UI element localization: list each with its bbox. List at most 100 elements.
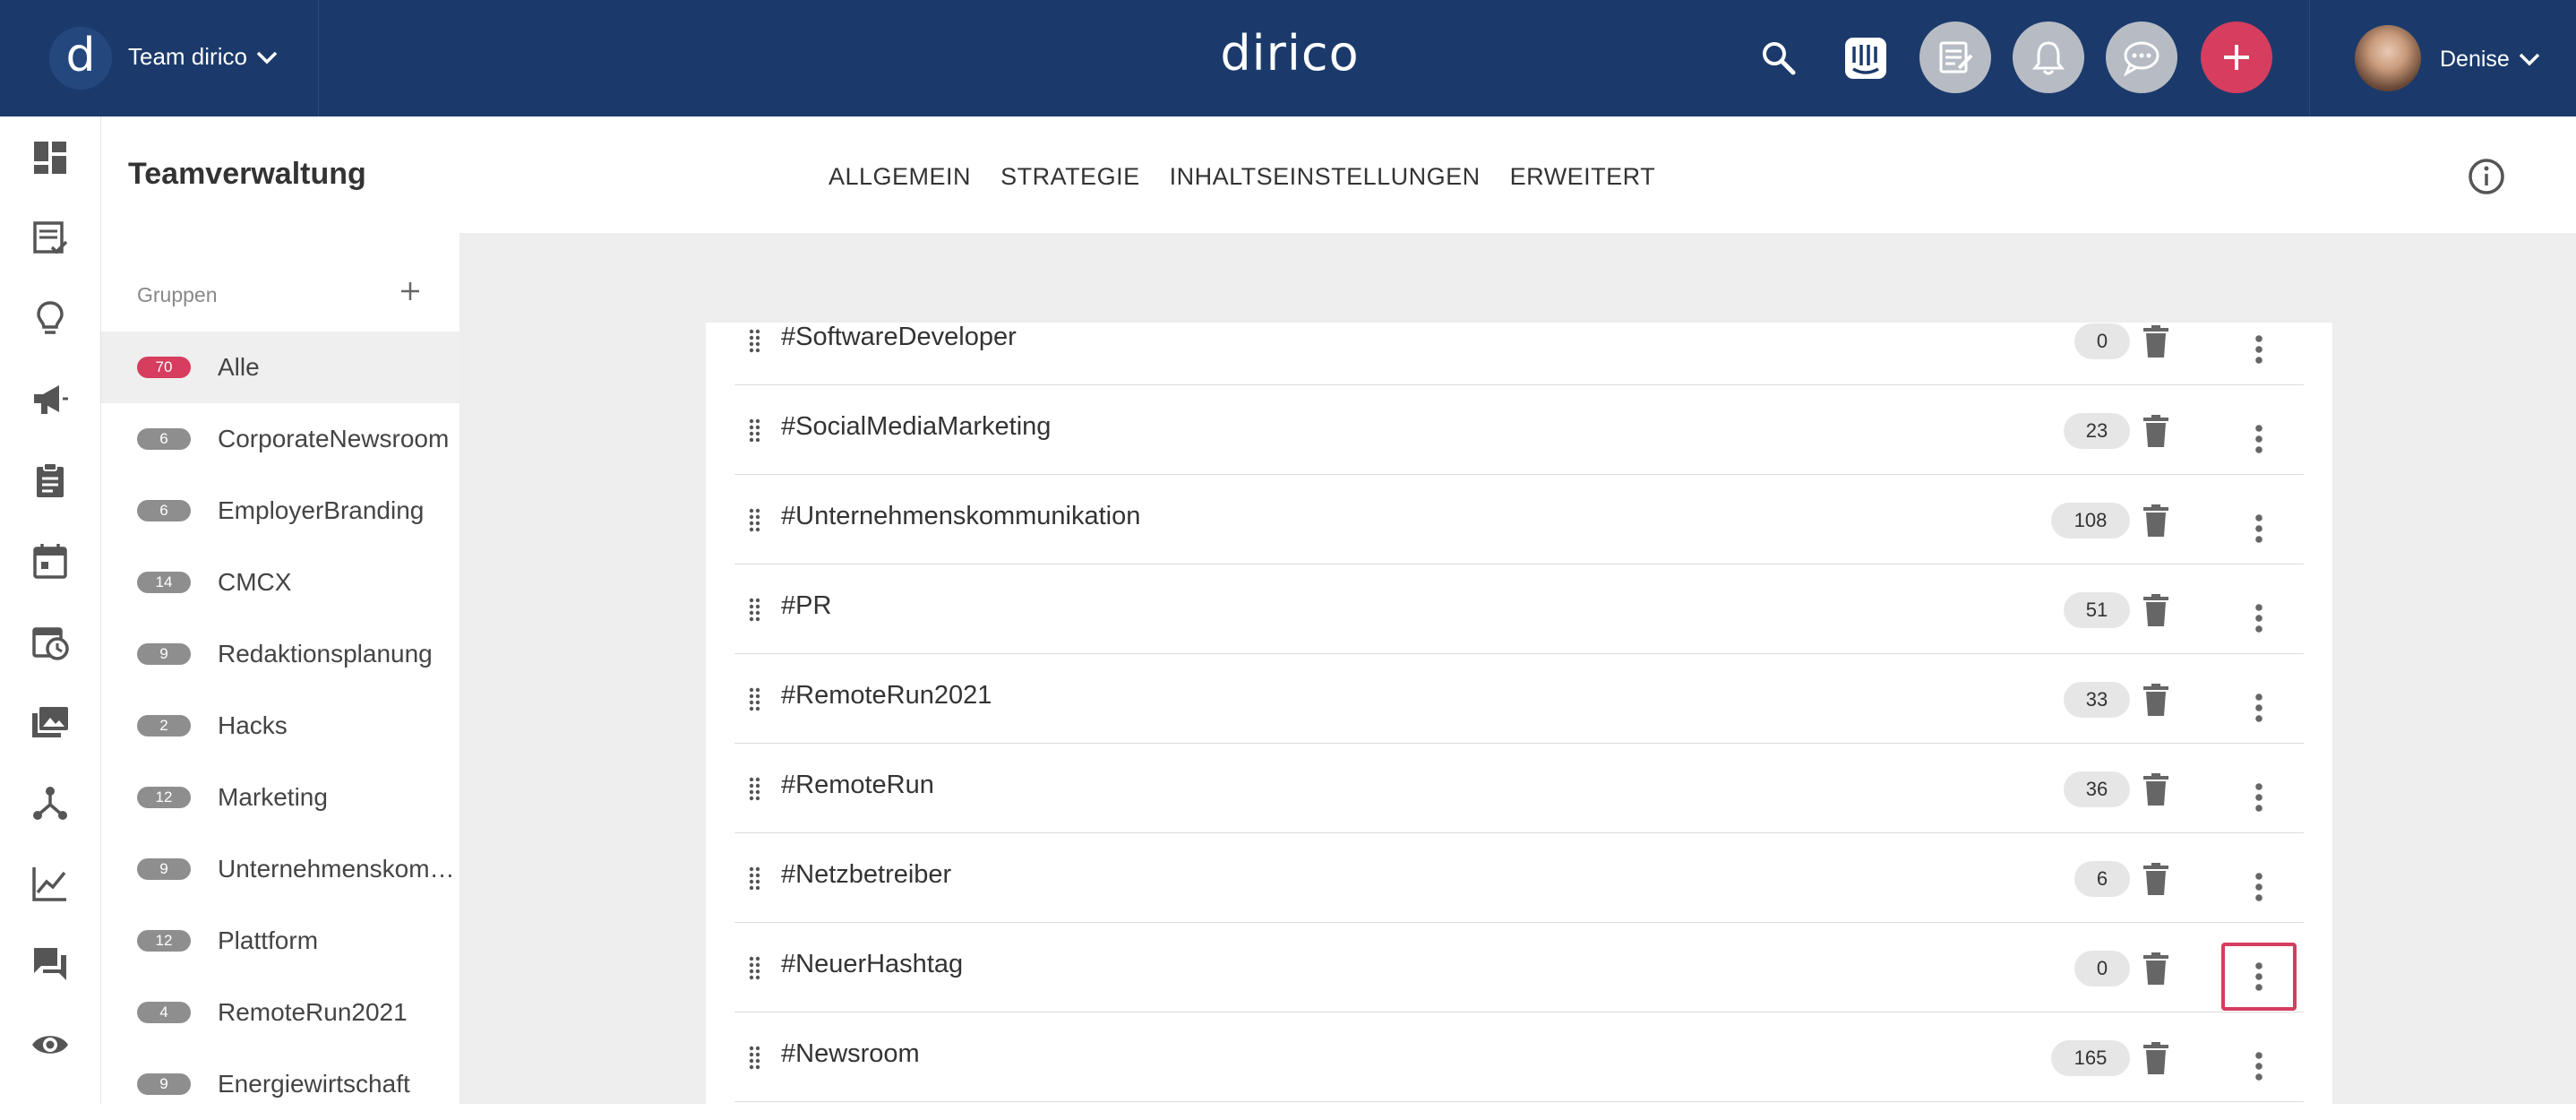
more-options-button[interactable]: [2221, 763, 2297, 831]
trash-icon[interactable]: [2141, 772, 2171, 806]
drag-handle-icon[interactable]: [747, 776, 767, 803]
top-bar: d Team dirico dirico Denise: [0, 0, 2576, 116]
chat-button[interactable]: [2106, 22, 2177, 93]
group-label: Energiewirtschaft: [218, 1070, 410, 1098]
messages-icon[interactable]: [30, 944, 70, 984]
search-icon[interactable]: [1760, 39, 1798, 77]
trash-icon[interactable]: [2141, 504, 2171, 538]
drag-handle-icon[interactable]: [747, 1045, 767, 1072]
group-count-badge: 70: [137, 357, 191, 378]
hashtag-row[interactable]: #NeuerHashtag 0: [734, 923, 2304, 1012]
user-name[interactable]: Denise: [2440, 47, 2510, 73]
team-switcher[interactable]: d Team dirico: [0, 0, 319, 116]
avatar[interactable]: [2355, 25, 2421, 91]
tab-allgemein[interactable]: ALLGEMEIN: [829, 163, 971, 191]
more-vert-icon: [2255, 873, 2263, 901]
notifications-button[interactable]: [2013, 22, 2084, 93]
team-name[interactable]: Team dirico: [128, 43, 247, 71]
group-item[interactable]: 6 EmployerBranding: [101, 475, 459, 547]
more-options-button[interactable]: [2221, 315, 2297, 383]
trash-icon[interactable]: [2141, 593, 2171, 627]
posts-icon[interactable]: [30, 219, 70, 258]
group-count-badge: 12: [137, 930, 191, 952]
group-label: Unternehmenskom…: [218, 855, 455, 883]
group-item[interactable]: 12 Plattform: [101, 905, 459, 977]
brand-logo: dirico: [1220, 25, 1360, 82]
group-item[interactable]: 6 CorporateNewsroom: [101, 403, 459, 475]
schedule-icon[interactable]: [30, 622, 70, 661]
group-count-badge: 14: [137, 572, 191, 593]
drag-handle-icon[interactable]: [747, 955, 767, 982]
usage-count-badge: 165: [2051, 1040, 2130, 1076]
group-item[interactable]: 9 Energiewirtschaft: [101, 1048, 459, 1120]
hashtag-row[interactable]: #RemoteRun 36: [734, 744, 2304, 833]
ideas-icon[interactable]: [30, 299, 70, 339]
hashtag-name: #SoftwareDeveloper: [781, 323, 1017, 351]
hashtag-row[interactable]: #RemoteRun2021 33: [734, 654, 2304, 744]
media-icon[interactable]: [30, 702, 70, 742]
bell-icon: [2031, 41, 2065, 75]
drag-handle-icon[interactable]: [747, 328, 767, 355]
info-icon[interactable]: [2468, 158, 2505, 195]
group-item[interactable]: 2 Hacks: [101, 690, 459, 762]
hashtag-name: #Unternehmenskommunikation: [781, 502, 1141, 530]
hashtag-row[interactable]: #Unternehmenskommunikation 108: [734, 475, 2304, 564]
more-options-button[interactable]: [2221, 495, 2297, 563]
hashtag-list: #SoftwareDeveloper 0 #SocialMediaMarketi…: [706, 323, 2332, 1104]
intercom-icon[interactable]: [1843, 36, 1888, 81]
clipboard-icon[interactable]: [30, 461, 70, 500]
chevron-down-icon[interactable]: [2517, 48, 2542, 70]
trash-icon[interactable]: [2141, 414, 2171, 448]
trash-icon[interactable]: [2141, 1041, 2171, 1075]
drag-handle-icon[interactable]: [747, 686, 767, 713]
more-options-button[interactable]: [2221, 943, 2297, 1011]
eye-icon[interactable]: [30, 1025, 70, 1064]
usage-count-badge: 23: [2064, 413, 2130, 449]
campaign-icon[interactable]: [30, 380, 70, 419]
drag-handle-icon[interactable]: [747, 597, 767, 624]
more-options-button[interactable]: [2221, 674, 2297, 742]
network-icon[interactable]: [30, 783, 70, 823]
more-options-button[interactable]: [2221, 853, 2297, 921]
notes-button[interactable]: [1919, 22, 1991, 93]
drag-handle-icon[interactable]: [747, 418, 767, 444]
hashtag-row[interactable]: #SocialMediaMarketing 23: [734, 385, 2304, 475]
trash-icon[interactable]: [2141, 952, 2171, 986]
usage-count-badge: 6: [2074, 861, 2130, 897]
more-vert-icon: [2255, 514, 2263, 543]
calendar-icon[interactable]: [30, 541, 70, 581]
group-item[interactable]: 9 Unternehmenskom…: [101, 833, 459, 905]
more-vert-icon: [2255, 604, 2263, 633]
hashtag-row[interactable]: #Newsroom 165: [734, 1012, 2304, 1102]
group-item-alle[interactable]: 70 Alle: [101, 332, 459, 403]
group-item[interactable]: 9 Redaktionsplanung: [101, 618, 459, 690]
tab-inhaltseinstellungen[interactable]: INHALTSEINSTELLUNGEN: [1170, 163, 1481, 191]
trash-icon[interactable]: [2141, 683, 2171, 717]
group-item[interactable]: 14 CMCX: [101, 547, 459, 618]
tab-strategie[interactable]: STRATEGIE: [1000, 163, 1140, 191]
trash-icon[interactable]: [2141, 862, 2171, 896]
group-label: EmployerBranding: [218, 496, 425, 524]
create-button[interactable]: [2201, 22, 2272, 93]
tab-erweitert[interactable]: ERWEITERT: [1510, 163, 1656, 191]
usage-count-badge: 108: [2051, 503, 2130, 538]
tab-bar: ALLGEMEIN STRATEGIE INHALTSEINSTELLUNGEN…: [829, 163, 1655, 191]
analytics-icon[interactable]: [30, 864, 70, 903]
hashtag-row[interactable]: #Netzbetreiber 6: [734, 833, 2304, 923]
add-group-icon[interactable]: [399, 280, 422, 303]
drag-handle-icon[interactable]: [747, 866, 767, 892]
more-options-button[interactable]: [2221, 1032, 2297, 1100]
hashtag-row[interactable]: #PR 51: [734, 564, 2304, 654]
drag-handle-icon[interactable]: [747, 507, 767, 534]
more-options-button[interactable]: [2221, 584, 2297, 652]
trash-icon[interactable]: [2141, 324, 2171, 358]
group-item[interactable]: 12 Marketing: [101, 762, 459, 833]
dashboard-icon[interactable]: [30, 138, 70, 177]
notes-icon: [1939, 41, 1973, 73]
group-count-badge: 4: [137, 1002, 191, 1023]
hashtag-name: #PR: [781, 591, 832, 620]
chevron-down-icon[interactable]: [254, 47, 279, 68]
more-options-button[interactable]: [2221, 405, 2297, 473]
group-item[interactable]: 4 RemoteRun2021: [101, 977, 459, 1048]
hashtag-row[interactable]: #SoftwareDeveloper 0: [734, 296, 2304, 385]
